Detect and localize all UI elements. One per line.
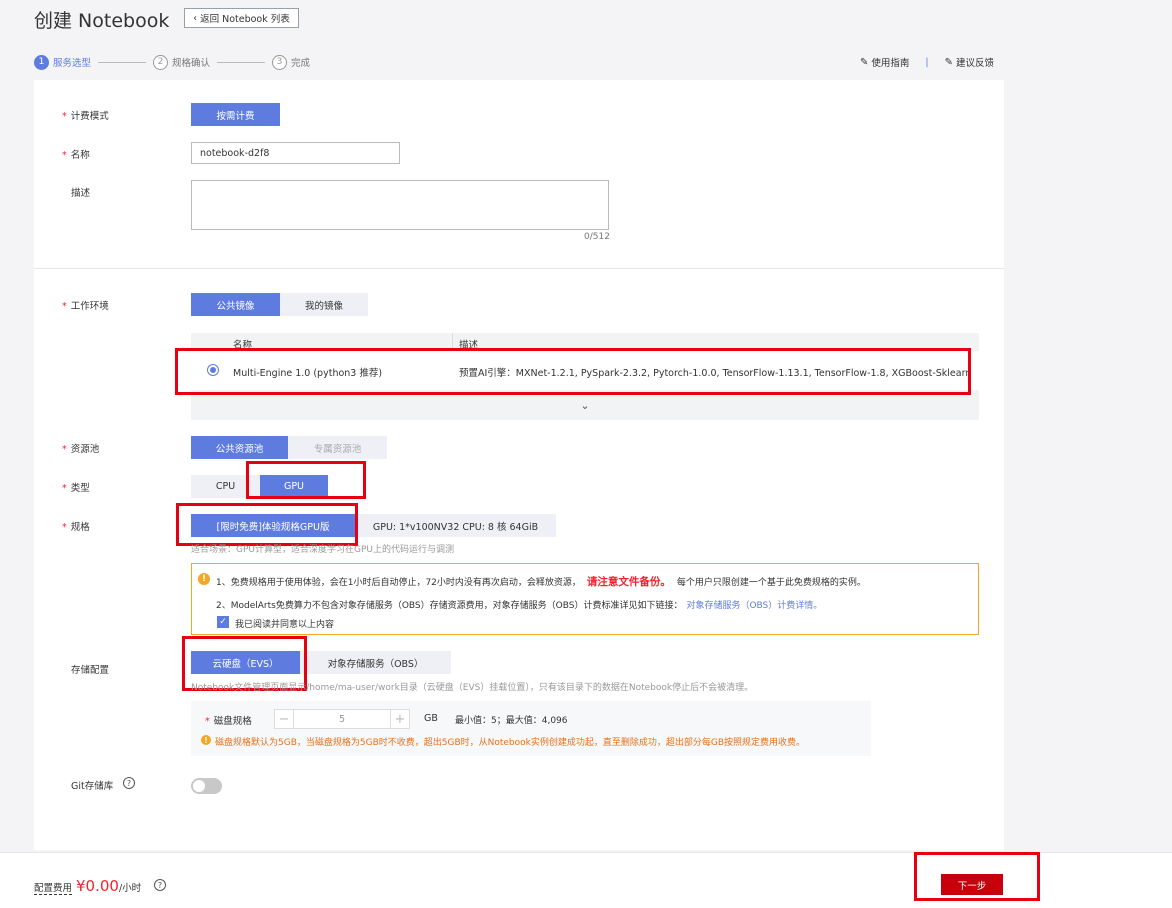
disk-range: 最小值：5；最大值：4,096 bbox=[455, 716, 568, 726]
disk-label: * 磁盘规格 bbox=[205, 716, 252, 727]
double-chevron-down-icon: ⌄ bbox=[580, 398, 590, 412]
spec-v100-button[interactable]: GPU: 1*v100NV32 CPU: 8 核 64GiB bbox=[355, 514, 556, 537]
env-label: * 工作环境 bbox=[62, 301, 109, 312]
storage-label: 存储配置 bbox=[71, 665, 110, 676]
billing-on-demand-button[interactable]: 按需计费 bbox=[191, 103, 280, 126]
fee-summary: 配置费用 ¥0.00 /小时 bbox=[34, 877, 141, 895]
fee-unit: /小时 bbox=[118, 883, 142, 894]
step-1-label: 服务选型 bbox=[53, 58, 92, 69]
disk-warning-icon: ! bbox=[201, 735, 211, 745]
git-toggle[interactable] bbox=[191, 778, 222, 794]
type-label: * 类型 bbox=[62, 483, 90, 494]
step-3-circle: 3 bbox=[272, 54, 288, 70]
agree-checkbox[interactable]: ✓ bbox=[217, 616, 229, 628]
chevron-left-icon: ‹ bbox=[193, 12, 198, 24]
step-3-label: 完成 bbox=[291, 58, 311, 69]
disk-warning-text: 磁盘规格默认为5GB，当磁盘规格为5GB时不收费，超出5GB时，从Noteboo… bbox=[215, 738, 806, 748]
fee-label: 配置费用 bbox=[34, 880, 73, 895]
step-indicator: 1 服务选型 2 规格确认 3 完成 bbox=[34, 54, 310, 70]
feedback-link[interactable]: 建议反馈 bbox=[956, 55, 994, 69]
fee-value: ¥0.00 bbox=[76, 877, 119, 895]
notice-line-2: 2、ModelArts免费算力不包含对象存储服务（OBS）存储资源费用，对象存储… bbox=[216, 601, 823, 611]
obs-pricing-link[interactable]: 对象存储服务（OBS）计费详情。 bbox=[686, 601, 822, 611]
backup-warning: 请注意文件备份。 bbox=[586, 576, 671, 588]
increment-button[interactable]: + bbox=[390, 709, 410, 729]
section-divider bbox=[34, 268, 1004, 269]
notice-line-1: 1、免费规格用于使用体验，会在1小时后自动停止，72小时内没有再次启动，会释放资… bbox=[216, 576, 866, 588]
link-separator: | bbox=[925, 56, 929, 68]
help-icon[interactable]: ? bbox=[123, 777, 135, 789]
fee-help-icon[interactable]: ? bbox=[154, 879, 166, 891]
page-title: 创建 Notebook bbox=[34, 10, 170, 32]
decrement-button[interactable]: − bbox=[274, 709, 294, 729]
desc-textarea[interactable] bbox=[191, 180, 609, 230]
desc-counter: 0/512 bbox=[584, 232, 610, 242]
pool-label: * 资源池 bbox=[62, 444, 100, 455]
tab-public-image[interactable]: 公共镜像 bbox=[191, 293, 280, 316]
feedback-icon: ✎ bbox=[944, 56, 953, 68]
edit-icon: ✎ bbox=[860, 56, 869, 68]
back-to-list-button[interactable]: ‹ 返回 Notebook 列表 bbox=[184, 8, 299, 28]
step-connector bbox=[98, 61, 147, 63]
disk-size-panel: * 磁盘规格 − 5 + GB 最小值：5；最大值：4,096 ! 磁盘规格默认为… bbox=[191, 701, 871, 756]
highlight-box-gpu bbox=[246, 461, 366, 499]
highlight-box-image bbox=[175, 348, 971, 395]
highlight-box-spec bbox=[176, 503, 358, 546]
step-1-circle: 1 bbox=[34, 54, 49, 70]
step-2-label: 规格确认 bbox=[172, 58, 211, 69]
disk-unit: GB bbox=[424, 713, 438, 724]
git-label: Git存储库 bbox=[71, 781, 114, 792]
warning-icon: ! bbox=[198, 573, 210, 585]
billing-label: * 计费模式 bbox=[62, 111, 109, 122]
top-links: ✎ 使用指南 | ✎ 建议反馈 bbox=[860, 55, 994, 70]
desc-label: 描述 bbox=[71, 188, 91, 199]
disk-stepper: − 5 + bbox=[274, 709, 410, 729]
highlight-box-next bbox=[914, 852, 1040, 901]
name-label: * 名称 bbox=[62, 150, 90, 161]
pool-dedicated-button[interactable]: 专属资源池 bbox=[288, 436, 387, 459]
step-2-circle: 2 bbox=[153, 54, 169, 70]
back-button-label: 返回 Notebook 列表 bbox=[200, 14, 290, 25]
spec-hint: 适合场景：GPU计算型，适合深度学习在GPU上的代码运行与调测 bbox=[191, 545, 454, 555]
guide-link[interactable]: 使用指南 bbox=[871, 55, 909, 69]
agree-label: 我已阅读并同意以上内容 bbox=[235, 620, 335, 630]
storage-hint: Notebook文件管理页面显示/home/ma-user/work目录（云硬盘… bbox=[191, 683, 754, 693]
tab-my-image[interactable]: 我的镜像 bbox=[280, 293, 368, 316]
spec-label: * 规格 bbox=[62, 522, 90, 533]
step-connector bbox=[217, 61, 266, 63]
name-input[interactable]: notebook-d2f8 bbox=[191, 142, 400, 164]
disk-size-input[interactable]: 5 bbox=[294, 709, 390, 729]
free-spec-notice: ! 1、免费规格用于使用体验，会在1小时后自动停止，72小时内没有再次启动，会释… bbox=[191, 563, 979, 635]
pool-public-button[interactable]: 公共资源池 bbox=[191, 436, 288, 459]
storage-obs-button[interactable]: 对象存储服务（OBS） bbox=[300, 651, 451, 674]
